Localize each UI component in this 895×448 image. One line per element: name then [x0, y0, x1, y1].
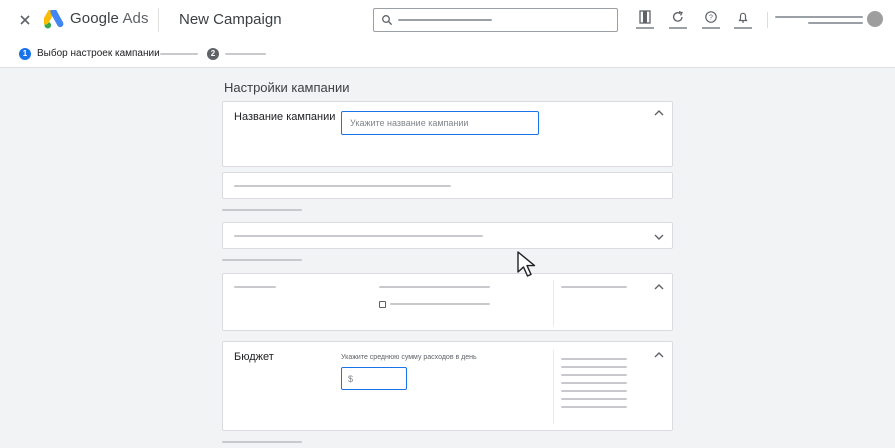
budget-hint: Укажите среднюю сумму расходов в день [341, 354, 477, 361]
card-column-divider [553, 280, 554, 326]
budget-note-line-7 [561, 406, 627, 408]
reports-icon[interactable] [636, 9, 654, 25]
reports-underline [636, 27, 654, 29]
checkbox-label-placeholder [390, 303, 490, 305]
mouse-pointer-icon [517, 251, 536, 277]
expandable-setting-card[interactable] [222, 222, 673, 249]
campaign-name-input[interactable] [341, 111, 539, 135]
budget-note-line-6 [561, 398, 627, 400]
step-connector [160, 53, 198, 55]
page-title: New Campaign [179, 11, 282, 28]
section-label-placeholder [222, 259, 302, 261]
search-box[interactable] [373, 8, 618, 32]
section-label-placeholder [222, 209, 302, 211]
account-name-placeholder [775, 16, 863, 18]
campaign-name-label: Название кампании [234, 111, 336, 123]
budget-input[interactable] [341, 367, 407, 390]
search-icon [382, 15, 393, 26]
refresh-underline [669, 27, 687, 29]
google-ads-logo[interactable] [44, 10, 64, 29]
campaign-stepper: 1 Выбор настроек кампании 2 [0, 40, 895, 68]
option-checkbox[interactable] [379, 301, 386, 308]
chevron-up-icon[interactable] [654, 283, 664, 291]
setting-text-placeholder [234, 235, 483, 237]
header-divider [158, 8, 159, 32]
setting-title-placeholder [234, 286, 276, 288]
top-app-bar: Google Ads New Campaign ? [0, 0, 895, 40]
chevron-down-icon[interactable] [654, 233, 664, 241]
step-2-number[interactable]: 2 [207, 48, 219, 60]
notifications-icon[interactable] [734, 9, 752, 25]
budget-card: Бюджет Укажите среднюю сумму расходов в … [222, 341, 673, 431]
help-underline [702, 27, 720, 29]
product-name-google: Google [70, 10, 119, 27]
product-name-ads: Ads [122, 10, 149, 27]
notifications-underline [734, 27, 752, 29]
section-title: Настройки кампании [224, 80, 350, 95]
budget-note-line-2 [561, 366, 627, 368]
account-email-placeholder [808, 22, 863, 24]
help-icon[interactable]: ? [702, 9, 720, 25]
side-note-placeholder [561, 286, 627, 288]
close-icon[interactable] [17, 12, 33, 28]
budget-note-line-1 [561, 358, 627, 360]
step-2-label-placeholder [225, 53, 266, 55]
svg-text:?: ? [709, 15, 713, 22]
option-title-placeholder [379, 286, 490, 288]
setting-text-placeholder [234, 185, 451, 187]
card-column-divider [553, 350, 554, 424]
collapsed-setting-card[interactable] [222, 172, 673, 199]
budget-note-line-5 [561, 390, 627, 392]
header-divider-2 [767, 12, 768, 28]
avatar[interactable] [867, 11, 883, 27]
chevron-up-icon[interactable] [654, 109, 664, 117]
budget-label: Бюджет [234, 351, 274, 363]
budget-note-line-3 [561, 374, 627, 376]
budget-note-line-4 [561, 382, 627, 384]
campaign-name-card: Название кампании [222, 101, 673, 167]
section-label-placeholder [222, 441, 302, 443]
expanded-setting-card [222, 273, 673, 331]
step-1-label[interactable]: Выбор настроек кампании [37, 48, 160, 59]
search-text-placeholder [398, 19, 492, 21]
chevron-up-icon[interactable] [654, 351, 664, 359]
refresh-icon[interactable] [669, 9, 687, 25]
product-name: Google Ads [70, 10, 149, 27]
step-1-number[interactable]: 1 [19, 48, 31, 60]
